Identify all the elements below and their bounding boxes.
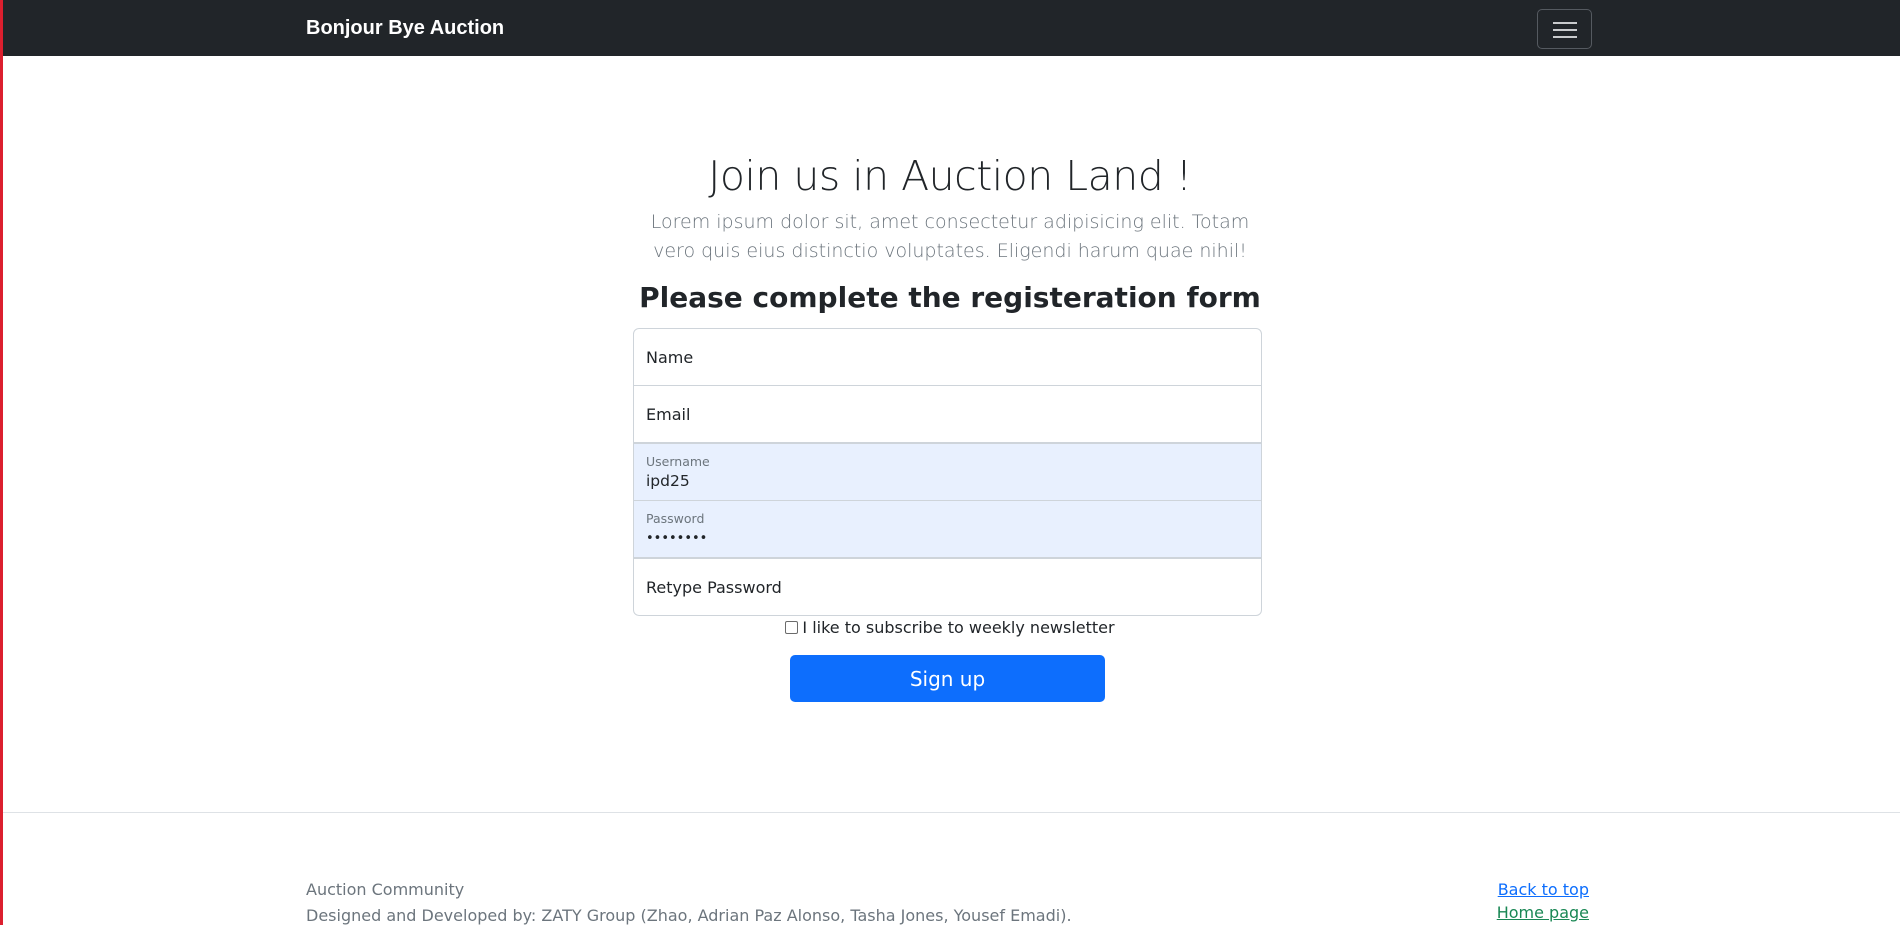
home-page-link[interactable]: Home page	[1497, 903, 1589, 922]
username-label: Username	[646, 454, 710, 469]
page-title: Join us in Auction Land !	[708, 152, 1192, 200]
retype-password-input[interactable]	[634, 559, 1261, 615]
name-field	[633, 328, 1262, 386]
newsletter-checkbox[interactable]	[785, 621, 799, 634]
hero-lead-text: Lorem ipsum dolor sit, amet consectetur …	[650, 211, 1250, 262]
page-left-edge	[0, 0, 3, 925]
footer-credits: Designed and Developed by: ZATY Group (Z…	[306, 906, 1072, 925]
navbar-brand[interactable]: Bonjour Bye Auction	[306, 17, 504, 40]
footer-community: Auction Community	[306, 880, 465, 899]
newsletter-label[interactable]: I like to subscribe to weekly newsletter	[802, 618, 1114, 637]
password-field[interactable]: Password ••••••••	[633, 500, 1262, 558]
newsletter-row: I like to subscribe to weekly newsletter	[0, 618, 1900, 637]
password-input[interactable]: ••••••••	[646, 531, 707, 546]
footer-divider	[3, 812, 1900, 813]
navbar-toggler-button[interactable]	[1537, 9, 1592, 49]
username-field[interactable]: Username ipd25	[633, 443, 1262, 501]
sign-up-button[interactable]: Sign up	[790, 655, 1105, 702]
navbar: Bonjour Bye Auction	[3, 0, 1900, 56]
password-label: Password	[646, 511, 705, 526]
back-to-top-link[interactable]: Back to top	[1498, 880, 1589, 899]
username-input[interactable]: ipd25	[646, 472, 690, 490]
email-field	[633, 385, 1262, 443]
name-input[interactable]	[634, 329, 1261, 385]
email-input[interactable]	[634, 386, 1261, 442]
retype-password-field	[633, 558, 1262, 616]
form-heading: Please complete the registeration form	[639, 281, 1261, 314]
